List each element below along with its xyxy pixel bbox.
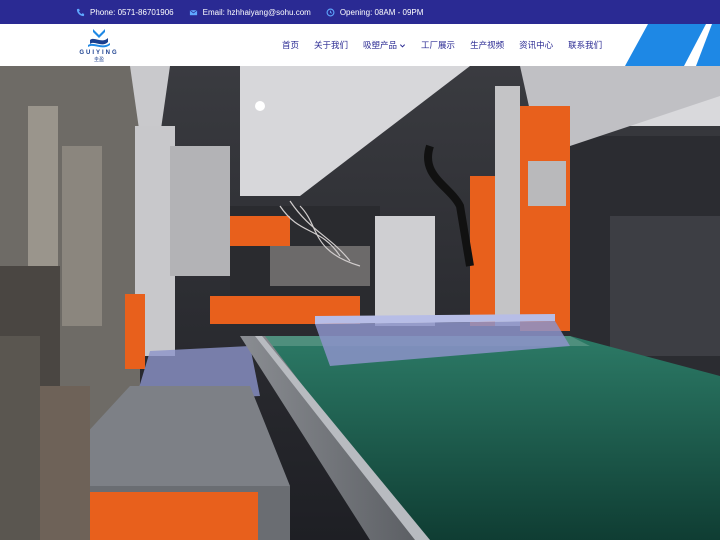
nav-item-products[interactable]: 吸塑产品 <box>363 39 406 51</box>
nav-item-factory[interactable]: 工厂展示 <box>421 39 455 51</box>
logo-brand-text: GUIYING <box>79 50 119 56</box>
clock-icon <box>326 8 335 17</box>
site-header: GUIYING 圭盈 首页 关于我们 吸塑产品 工厂展示 生产视频 资讯中心 联… <box>0 24 720 66</box>
opening-hours: Opening: 08AM - 09PM <box>326 7 424 17</box>
site-logo[interactable]: GUIYING 圭盈 <box>74 26 124 64</box>
factory-scene <box>0 66 720 540</box>
nav-item-videos[interactable]: 生产视频 <box>470 39 504 51</box>
phone-contact[interactable]: Phone: 0571-86701906 <box>76 8 174 17</box>
opening-text: Opening: 08AM - 09PM <box>339 7 424 17</box>
top-contact-bar: Phone: 0571-86701906 Email: hzhhaiyang@s… <box>0 0 720 24</box>
nav-item-about[interactable]: 关于我们 <box>314 39 348 51</box>
header-accent-stripe <box>625 24 720 66</box>
email-text: Email: hzhhaiyang@sohu.com <box>202 7 311 17</box>
phone-text: Phone: 0571-86701906 <box>90 7 174 17</box>
phone-icon <box>76 8 85 17</box>
chevron-down-icon <box>399 42 406 49</box>
logo-mark-icon <box>88 29 110 48</box>
nav-item-home[interactable]: 首页 <box>282 39 299 51</box>
email-contact[interactable]: Email: hzhhaiyang@sohu.com <box>189 8 311 17</box>
nav-item-contact[interactable]: 联系我们 <box>568 39 602 51</box>
nav-item-news[interactable]: 资讯中心 <box>519 39 553 51</box>
logo-sub-text: 圭盈 <box>93 57 104 63</box>
main-nav: 首页 关于我们 吸塑产品 工厂展示 生产视频 资讯中心 联系我们 <box>282 24 617 66</box>
hero-factory-photo <box>0 66 720 540</box>
envelope-icon <box>189 8 198 17</box>
